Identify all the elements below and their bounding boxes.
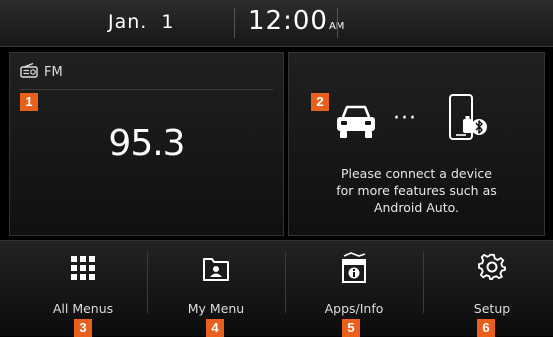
all-menus-button[interactable]: All Menus — [14, 241, 152, 321]
status-bar: Jan. 1 12:00AM — [0, 0, 553, 47]
my-menu-button[interactable]: My Menu — [147, 241, 285, 321]
my-menu-icon — [202, 254, 230, 286]
grid-icon — [71, 256, 95, 284]
callout-3: 3 — [74, 319, 92, 337]
connect-message-line: Please connect a device — [340, 166, 493, 181]
setup-label: Setup — [473, 301, 511, 316]
status-divider — [337, 8, 338, 38]
callout-4: 4 — [206, 319, 224, 337]
callout-2: 2 — [311, 93, 329, 111]
clock-time: 12:00 — [248, 6, 328, 36]
connect-message: Please connect a device for more feature… — [289, 165, 544, 216]
car-icon — [333, 103, 379, 145]
my-menu-label: My Menu — [187, 301, 245, 316]
gear-icon — [478, 253, 506, 285]
callout-1: 1 — [20, 93, 38, 111]
phone-bluetooth-icon — [447, 93, 491, 147]
phone-connect-widget[interactable]: 2 ··· Please connect a device for more f… — [288, 52, 545, 236]
callout-6: 6 — [477, 319, 495, 337]
connect-message-line: Android Auto. — [373, 200, 460, 215]
radio-widget[interactable]: FM 1 95.3 — [9, 52, 284, 236]
status-divider — [234, 8, 235, 38]
ellipsis-icon: ··· — [393, 106, 417, 131]
date-display: Jan. 1 — [108, 11, 174, 33]
apps-info-label: Apps/Info — [324, 301, 384, 316]
callout-5: 5 — [342, 319, 360, 337]
radio-frequency: 95.3 — [108, 123, 185, 164]
date-month: Jan. — [108, 11, 148, 33]
apps-info-button[interactable]: Apps/Info — [285, 241, 423, 321]
apps-info-icon — [339, 252, 369, 288]
connect-message-line: for more features such as — [336, 183, 497, 198]
bottom-menu-bar: All Menus My Menu Apps/Info Setup 3 4 5 … — [0, 240, 553, 337]
radio-band: FM — [44, 65, 63, 80]
setup-button[interactable]: Setup — [423, 241, 553, 321]
date-day: 1 — [161, 11, 175, 33]
radio-icon — [20, 62, 38, 82]
radio-header: FM — [20, 62, 63, 82]
all-menus-label: All Menus — [52, 301, 114, 316]
radio-divider — [20, 89, 273, 90]
clock[interactable]: 12:00AM — [248, 6, 344, 36]
